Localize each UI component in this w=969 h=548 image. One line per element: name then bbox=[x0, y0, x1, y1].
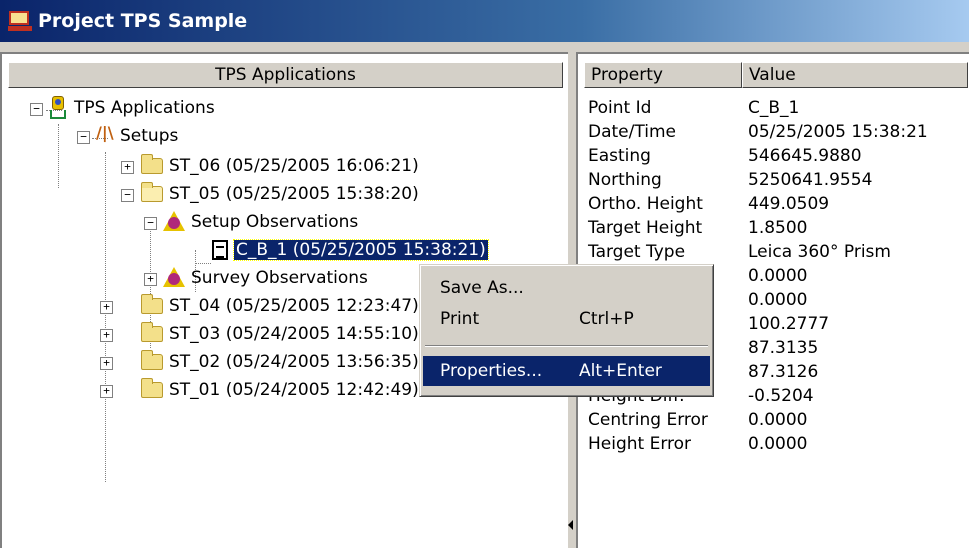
property-name: Target Height bbox=[588, 218, 703, 238]
property-value: 0.0000 bbox=[748, 434, 808, 454]
tree-column-header[interactable]: TPS Applications bbox=[8, 62, 563, 88]
property-name: Date/Time bbox=[588, 122, 676, 142]
observation-icon bbox=[163, 211, 185, 233]
folder-icon bbox=[141, 154, 163, 174]
document-icon bbox=[212, 240, 228, 260]
property-value: 0.0000 bbox=[748, 290, 808, 310]
property-value: 87.3135 bbox=[748, 338, 819, 358]
collapse-toggle[interactable]: − bbox=[121, 189, 134, 202]
open-folder-icon bbox=[141, 182, 163, 202]
property-value: 546645.9880 bbox=[748, 146, 862, 166]
property-value: 87.3126 bbox=[748, 362, 819, 382]
tree-item-label: C_B_1 (05/25/2005 15:38:21) bbox=[233, 239, 489, 261]
folder-icon bbox=[141, 322, 163, 342]
property-value: 0.0000 bbox=[748, 266, 808, 286]
menu-item-label: Print bbox=[440, 309, 480, 329]
tree-item-label: ST_01 (05/24/2005 12:42:49) bbox=[169, 380, 419, 400]
tree-item-label: ST_05 (05/25/2005 15:38:20) bbox=[169, 184, 419, 204]
tree-item-label: ST_02 (05/24/2005 13:56:35) bbox=[169, 352, 419, 372]
tree-item-setups[interactable]: Setups bbox=[96, 122, 178, 150]
expand-toggle[interactable]: + bbox=[100, 385, 113, 398]
folder-icon bbox=[141, 350, 163, 370]
property-name: Centring Error bbox=[588, 410, 708, 430]
menu-item-label: Save As... bbox=[440, 278, 524, 298]
property-value: 449.0509 bbox=[748, 194, 830, 214]
value-column-header[interactable]: Value bbox=[742, 62, 968, 88]
tree-item-setup-observations[interactable]: Setup Observations bbox=[163, 208, 358, 236]
tree-item-st05[interactable]: ST_05 (05/25/2005 15:38:20) bbox=[141, 180, 419, 208]
tree-line bbox=[58, 124, 59, 188]
expand-toggle[interactable]: + bbox=[100, 301, 113, 314]
property-name: Easting bbox=[588, 146, 651, 166]
property-value: Leica 360° Prism bbox=[748, 242, 891, 262]
tree-item-survey-observations[interactable]: Survey Observations bbox=[163, 264, 368, 292]
tree-item-label: Setups bbox=[120, 126, 179, 146]
property-name: Point Id bbox=[588, 98, 652, 118]
tree-item-st01[interactable]: ST_01 (05/24/2005 12:42:49) bbox=[141, 376, 419, 404]
property-value: 0.0000 bbox=[748, 410, 808, 430]
tree-item-label: ST_06 (05/25/2005 16:06:21) bbox=[169, 156, 419, 176]
property-value: -0.5204 bbox=[748, 386, 814, 406]
tree-item-st03[interactable]: ST_03 (05/24/2005 14:55:10) bbox=[141, 320, 419, 348]
tree-item-label: TPS Applications bbox=[74, 98, 215, 118]
property-name: Northing bbox=[588, 170, 662, 190]
property-value: C_B_1 bbox=[748, 98, 800, 118]
tree-item-st02[interactable]: ST_02 (05/24/2005 13:56:35) bbox=[141, 348, 419, 376]
collapse-toggle[interactable]: − bbox=[30, 103, 43, 116]
property-value: 100.2777 bbox=[748, 314, 830, 334]
expand-toggle[interactable]: + bbox=[121, 161, 134, 174]
tree-item-label: ST_04 (05/25/2005 12:23:47) bbox=[169, 296, 419, 316]
tripod-icon bbox=[96, 123, 114, 147]
total-station-icon bbox=[48, 96, 68, 120]
menu-item-label: Properties... bbox=[440, 361, 543, 381]
tree-item-st06[interactable]: ST_06 (05/25/2005 16:06:21) bbox=[141, 152, 419, 180]
project-icon bbox=[8, 10, 32, 32]
tree-item-c-b-1[interactable]: C_B_1 (05/25/2005 15:38:21) bbox=[212, 236, 489, 264]
expand-toggle[interactable]: + bbox=[100, 357, 113, 370]
context-menu: Save As... Print Ctrl+P Properties... Al… bbox=[419, 264, 714, 397]
folder-icon bbox=[141, 378, 163, 398]
property-name: Target Type bbox=[588, 242, 686, 262]
menu-item-shortcut: Ctrl+P bbox=[579, 309, 634, 329]
folder-icon bbox=[141, 294, 163, 314]
menu-item-properties[interactable]: Properties... Alt+Enter bbox=[423, 356, 710, 386]
property-name: Ortho. Height bbox=[588, 194, 703, 214]
tree-item-st04[interactable]: ST_04 (05/25/2005 12:23:47) bbox=[141, 292, 419, 320]
tree-item-label: Survey Observations bbox=[191, 268, 368, 288]
menu-separator bbox=[425, 345, 708, 347]
expand-toggle[interactable]: + bbox=[100, 329, 113, 342]
tree-item-label: Setup Observations bbox=[191, 212, 359, 232]
menu-item-save-as[interactable]: Save As... bbox=[423, 273, 710, 303]
expand-toggle[interactable]: + bbox=[144, 273, 157, 286]
property-name: Height Error bbox=[588, 434, 692, 454]
property-value: 05/25/2005 15:38:21 bbox=[748, 122, 928, 142]
tree-line bbox=[105, 152, 106, 482]
property-column-header[interactable]: Property bbox=[584, 62, 742, 88]
collapse-toggle[interactable]: − bbox=[77, 131, 90, 144]
tree-item-tps-applications[interactable]: TPS Applications bbox=[48, 94, 215, 122]
property-value: 5250641.9554 bbox=[748, 170, 873, 190]
collapse-toggle[interactable]: − bbox=[144, 217, 157, 230]
title-bar[interactable]: Project TPS Sample bbox=[0, 0, 969, 42]
window-title: Project TPS Sample bbox=[38, 10, 248, 32]
property-value: 1.8500 bbox=[748, 218, 808, 238]
menu-item-shortcut: Alt+Enter bbox=[579, 361, 662, 381]
observation-icon bbox=[163, 267, 185, 289]
splitter-arrow-icon[interactable] bbox=[568, 520, 573, 530]
menu-item-print[interactable]: Print Ctrl+P bbox=[423, 304, 710, 334]
tree-item-label: ST_03 (05/24/2005 14:55:10) bbox=[169, 324, 419, 344]
